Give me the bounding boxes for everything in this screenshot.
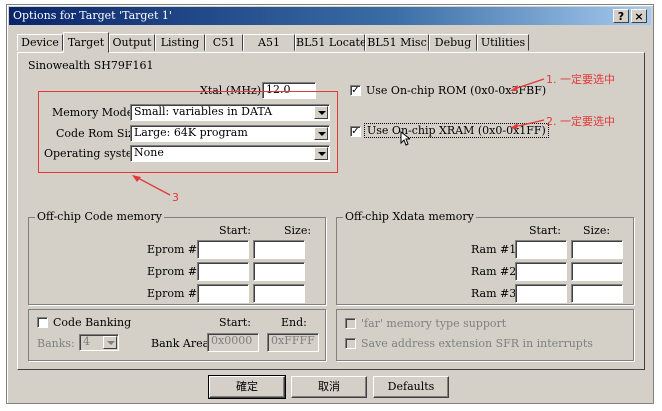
save-sfr-label[interactable]: Save address extension SFR in interrupts <box>361 337 593 350</box>
xdata-size-header: Size: <box>583 224 611 237</box>
chevron-down-icon[interactable] <box>314 106 328 119</box>
bank-area-label: Bank Area: <box>151 337 213 350</box>
code-rom-size-value: Large: 64K program <box>134 126 248 139</box>
ram-1-size[interactable] <box>571 240 623 259</box>
cancel-button[interactable]: 取消 <box>291 376 367 398</box>
ram-1-start[interactable] <box>515 240 567 259</box>
ok-button[interactable]: 確定 <box>208 375 286 399</box>
ram-2-size[interactable] <box>571 262 623 281</box>
operating-system-select[interactable]: None <box>130 145 330 162</box>
banks-select[interactable]: 4 <box>79 334 119 351</box>
code-banking-checkbox[interactable] <box>37 317 48 328</box>
tab-target[interactable]: Target <box>63 32 109 53</box>
operating-system-value: None <box>134 146 164 159</box>
tab-listing[interactable]: Listing <box>155 34 205 51</box>
tab-output[interactable]: Output <box>109 34 155 51</box>
misc-options-group: 'far' memory type support Save address e… <box>336 309 634 361</box>
tab-a51[interactable]: A51 <box>243 34 295 51</box>
target-panel: Sinowealth SH79F161 Xtal (MHz): 12.0 ✓ U… <box>17 52 645 370</box>
code-start-header: Start: <box>219 224 251 237</box>
ram-1-label: Ram #1: <box>471 243 520 256</box>
eprom-2-start[interactable] <box>197 262 249 281</box>
chevron-down-icon[interactable] <box>314 127 328 140</box>
ram-2-start[interactable] <box>515 262 567 281</box>
annotation-arrow-2-icon <box>510 119 545 129</box>
defaults-button[interactable]: Defaults <box>373 376 449 398</box>
ram-3-start[interactable] <box>515 284 567 303</box>
ram-2-label: Ram #2: <box>471 265 520 278</box>
annotation-3: 3 <box>172 191 179 204</box>
memory-model-label: Memory Model: <box>52 106 141 119</box>
far-support-label[interactable]: 'far' memory type support <box>361 317 506 330</box>
window-title: Options for Target 'Target 1' <box>13 9 172 22</box>
annotation-1: 1. 一定要选中 <box>546 73 615 86</box>
tab-device[interactable]: Device <box>17 34 63 51</box>
bank-end-header: End: <box>281 316 307 329</box>
save-sfr-checkbox[interactable] <box>345 338 356 349</box>
close-button[interactable]: × <box>631 9 647 23</box>
far-support-checkbox[interactable] <box>345 318 356 329</box>
code-memory-title: Off-chip Code memory <box>35 210 165 223</box>
xdata-memory-group: Off-chip Xdata memory Start: Size: Ram #… <box>336 210 634 305</box>
tab-utilities[interactable]: Utilities <box>477 34 529 51</box>
annotation-arrow-3-icon <box>132 175 171 196</box>
code-size-header: Size: <box>284 224 312 237</box>
banks-value: 4 <box>83 335 90 348</box>
tab-bl51-misc[interactable]: BL51 Misc <box>365 34 429 51</box>
code-rom-size-select[interactable]: Large: 64K program <box>130 125 330 142</box>
ram-3-label: Ram #3: <box>471 287 520 300</box>
bank-area-start[interactable]: 0x0000 <box>207 333 259 352</box>
title-bar[interactable]: Options for Target 'Target 1' ? × <box>9 7 651 25</box>
eprom-3-size[interactable] <box>253 284 305 303</box>
annotation-arrow-1-icon <box>510 78 545 91</box>
memory-model-select[interactable]: Small: variables in DATA <box>130 104 330 121</box>
code-memory-group: Off-chip Code memory Start: Size: Eprom … <box>28 210 326 305</box>
device-name: Sinowealth SH79F161 <box>28 59 154 72</box>
eprom-1-size[interactable] <box>253 240 305 259</box>
banks-label: Banks: <box>37 337 75 350</box>
onchip-rom-checkbox[interactable]: ✓ <box>350 85 361 96</box>
ram-3-size[interactable] <box>571 284 623 303</box>
xdata-start-header: Start: <box>529 224 561 237</box>
memory-model-value: Small: variables in DATA <box>134 105 273 118</box>
mouse-cursor-icon <box>400 131 410 146</box>
code-banking-label[interactable]: Code Banking <box>53 316 131 329</box>
tab-bl51-locate[interactable]: BL51 Locate <box>295 34 366 51</box>
eprom-2-size[interactable] <box>253 262 305 281</box>
code-banking-group: Code Banking Start: End: Banks: 4 Bank A… <box>28 309 326 361</box>
chevron-down-icon[interactable] <box>314 147 328 160</box>
chevron-down-icon[interactable] <box>103 336 117 349</box>
help-button[interactable]: ? <box>613 9 629 23</box>
annotation-2: 2. 一定要选中 <box>546 115 615 128</box>
options-dialog: Options for Target 'Target 1' ? × Device… <box>6 4 654 404</box>
onchip-xram-checkbox[interactable]: ✓ <box>350 126 361 137</box>
bank-area-end[interactable]: 0xFFFF <box>267 333 319 352</box>
bank-start-header: Start: <box>219 316 251 329</box>
tab-debug[interactable]: Debug <box>429 34 477 51</box>
eprom-1-start[interactable] <box>197 240 249 259</box>
tab-c51[interactable]: C51 <box>205 34 243 51</box>
xdata-memory-title: Off-chip Xdata memory <box>343 210 476 223</box>
eprom-3-start[interactable] <box>197 284 249 303</box>
